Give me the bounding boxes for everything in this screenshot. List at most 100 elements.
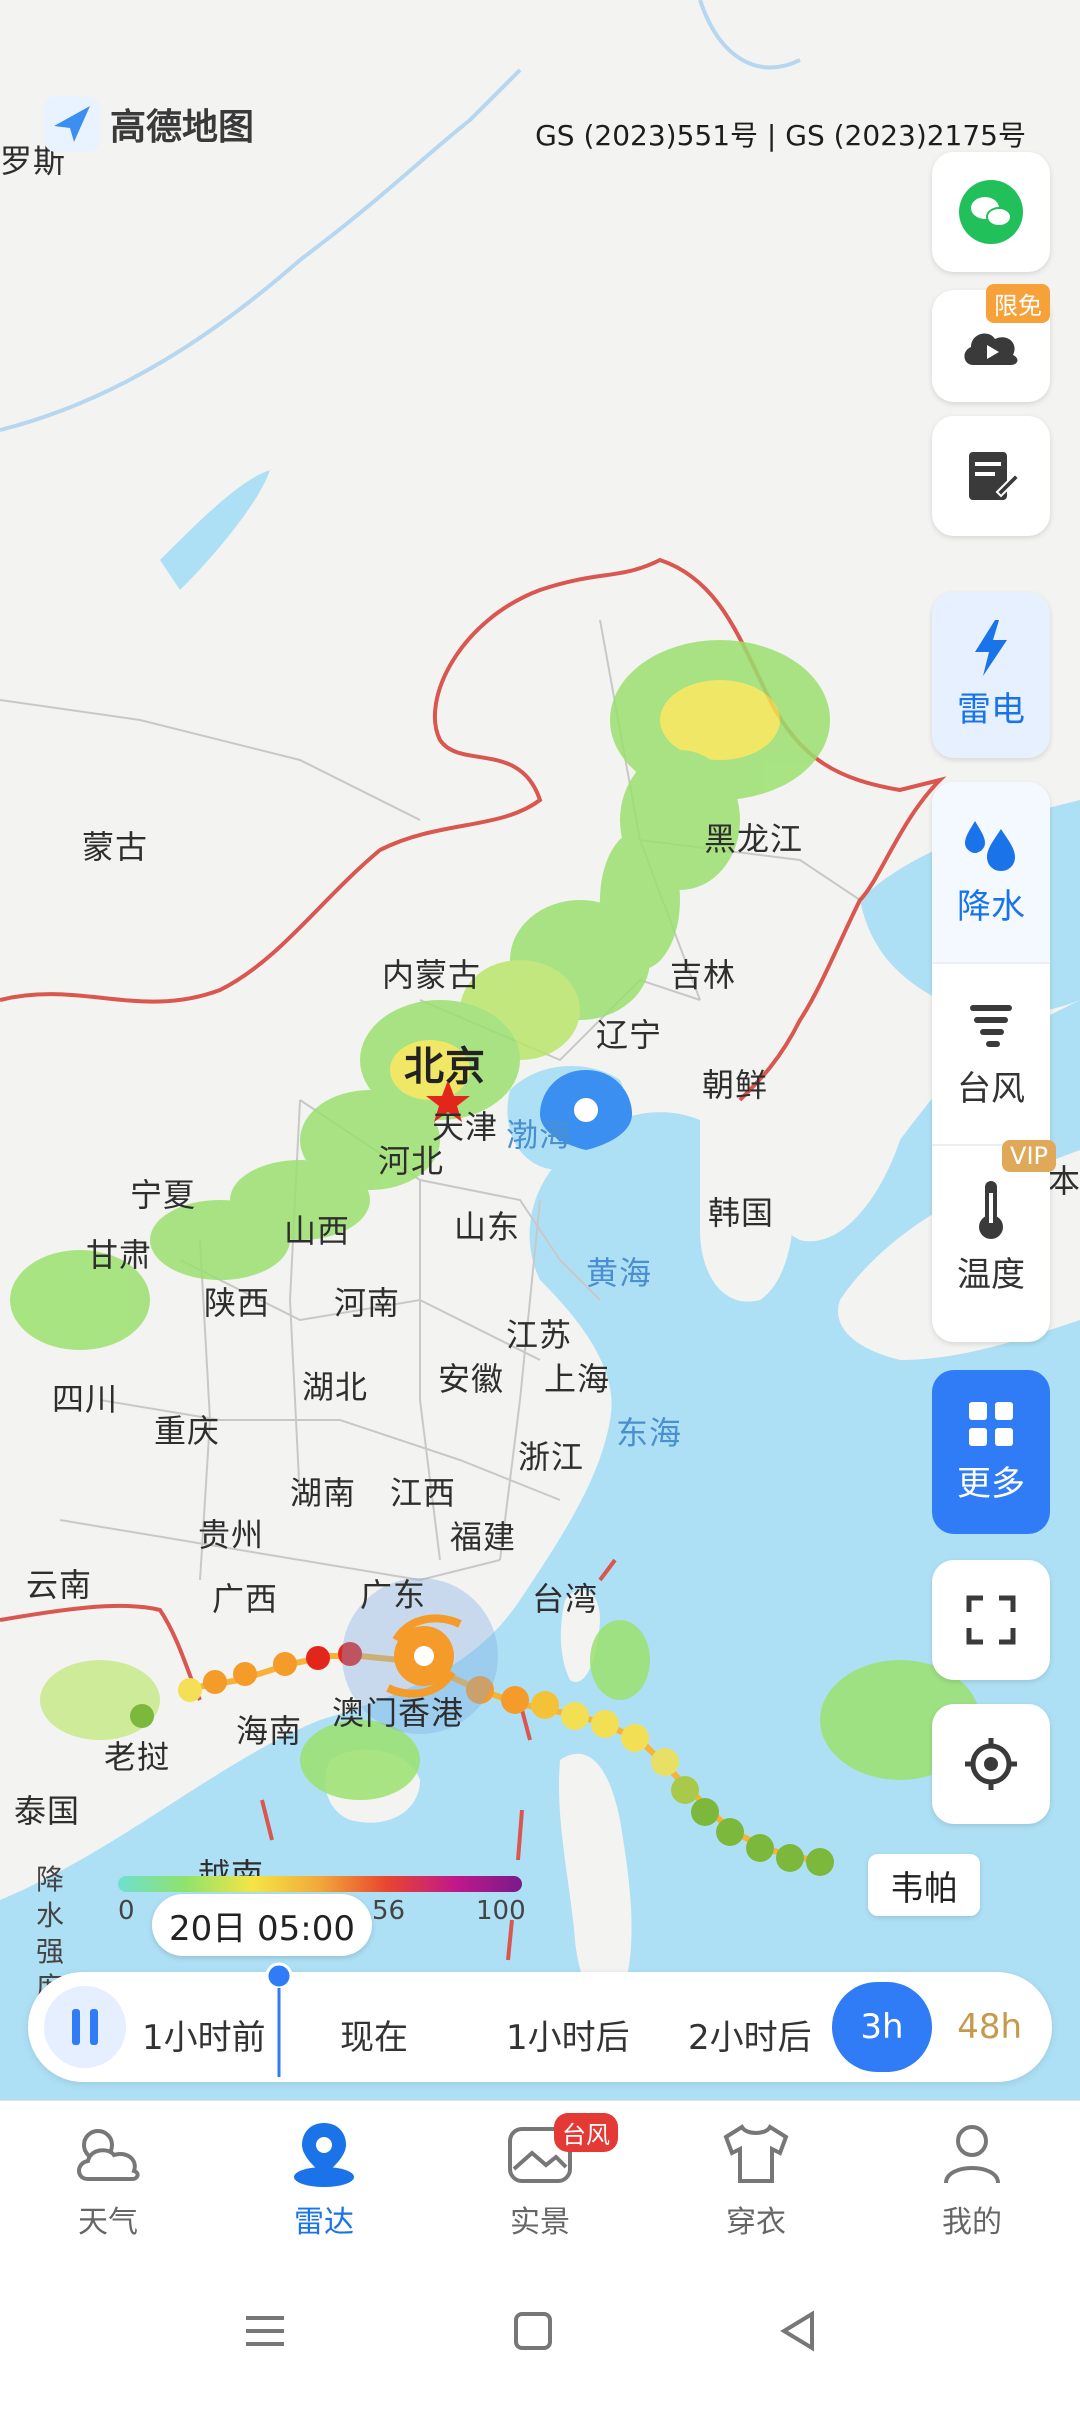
temperature-label: 温度 [957,1254,1025,1295]
nav-radar[interactable]: 雷达 [244,2119,404,2241]
track-point [178,1678,202,1702]
map-label-shandong: 山东 [454,1208,521,1246]
radar-pin-icon [294,2123,354,2187]
crosshair-icon [965,1738,1017,1790]
nav-profile-label: 我的 [942,2205,1002,2240]
track-point [501,1686,529,1714]
map-approval-number: GS (2023)551号 | GS (2023)2175号 [535,119,1026,152]
edit-report-button[interactable] [932,416,1050,536]
precip-layer-button[interactable]: 降水 [932,782,1050,964]
map-label-taiwan: 台湾 [532,1580,599,1618]
nav-dress-label: 穿衣 [726,2205,786,2240]
map-label-bohai: 渤海 [506,1116,573,1154]
range-toggle[interactable]: 3h 48h [832,1982,1042,2072]
wechat-icon [959,180,1023,244]
system-nav-bar [0,2270,1080,2412]
back-icon[interactable] [774,2306,824,2356]
pause-button[interactable] [44,1986,126,2068]
scrubber-pin-icon [265,1962,293,2077]
map-label-beijing: 北京 [404,1044,486,1090]
track-point [233,1662,257,1686]
map-label-shanghai: 上海 [544,1360,611,1398]
timeline-scrubber[interactable] [264,1962,294,2096]
track-point [671,1776,699,1804]
map-label-heilongjiang: 黑龙江 [704,820,804,858]
map-label-shanxi: 山西 [284,1212,351,1250]
user-icon [944,2125,1000,2184]
map-label-north-korea: 朝鲜 [702,1066,769,1104]
expand-icon [966,1595,1016,1645]
map-label-jiangsu: 江苏 [506,1316,573,1354]
radar-map[interactable] [0,0,1080,2100]
legend-tick-min: 0 [118,1896,135,1926]
map-label-mongolia: 蒙古 [82,828,149,866]
timeline-label[interactable]: 1小时前 [142,2010,266,2059]
map-label-liaoning: 辽宁 [596,1016,663,1054]
map-label-thailand: 泰国 [14,1792,81,1830]
typhoon-name-tag[interactable]: 韦帕 [868,1854,980,1916]
nav-radar-label: 雷达 [294,2205,354,2240]
track-point [651,1748,679,1776]
cloud-free-badge: 限免 [986,284,1050,323]
typhoon-label: 台风 [957,1068,1025,1109]
legend-tick-mid: 56 [372,1896,406,1926]
map-label-henan: 河南 [334,1284,401,1322]
track-point [561,1702,589,1730]
typhoon-badge: 台风 [554,2113,618,2152]
range-3h-button[interactable]: 3h [832,1982,932,2072]
track-point [691,1798,719,1826]
track-point [203,1670,227,1694]
map-label-hainan: 海南 [236,1712,303,1750]
nav-scene-label: 实景 [510,2205,570,2240]
more-label: 更多 [957,1463,1025,1504]
map-label-laos: 老挝 [104,1738,171,1776]
map-label-gansu: 甘肃 [86,1236,153,1274]
precip-label: 降水 [957,886,1025,927]
typhoon-layer-button[interactable]: 台风 [932,964,1050,1146]
thunder-layer-button[interactable]: 雷电 [932,592,1050,758]
map-label-hubei: 湖北 [302,1368,369,1406]
nav-profile[interactable]: 我的 [892,2119,1052,2241]
timeline-label[interactable]: 2小时后 [688,2010,812,2059]
bottom-nav: 天气 雷达 台风 实景 穿衣 我的 [0,2100,1080,2271]
home-icon[interactable] [508,2306,558,2356]
nav-scene[interactable]: 台风 实景 [460,2113,620,2241]
map-label-east-sea: 东海 [616,1414,683,1452]
grid-icon [969,1401,1013,1446]
track-point [776,1844,804,1872]
map-label-sichuan: 四川 [52,1380,119,1418]
timeline-label[interactable]: 现在 [340,2010,408,2059]
timeline-label[interactable]: 1小时后 [506,2010,630,2059]
nav-dress[interactable]: 穿衣 [676,2119,836,2241]
map-label-zhejiang: 浙江 [518,1438,585,1476]
map-label-inner-mongolia: 内蒙古 [382,956,482,994]
locate-me-button[interactable] [932,1704,1050,1824]
cloud-play-icon [964,333,1018,365]
map-label-yunnan: 云南 [26,1566,93,1604]
tornado-icon [970,1004,1012,1047]
map-label-macau-hongkong: 澳门香港 [332,1694,465,1732]
map-label-jilin: 吉林 [670,956,737,994]
raindrops-icon [965,820,1015,871]
track-point [273,1652,297,1676]
gaode-logo-icon [44,96,100,152]
menu-icon[interactable] [240,2306,290,2356]
nav-weather-label: 天气 [78,2205,138,2240]
fullscreen-button[interactable] [932,1560,1050,1680]
nav-weather[interactable]: 天气 [28,2119,188,2241]
map-label-guangdong: 广东 [360,1576,427,1614]
more-layers-button[interactable]: 更多 [932,1370,1050,1534]
pause-icon [72,2009,98,2045]
track-point [591,1710,619,1738]
radar-timeline[interactable]: 1小时前 现在 1小时后 2小时后 3h 48h [28,1962,1052,2082]
map-label-chongqing: 重庆 [154,1412,221,1450]
track-point [306,1646,330,1670]
temperature-layer-button[interactable]: 温度 VIP [932,1140,1056,1326]
thermometer-icon [979,1180,1003,1239]
map-label-jiangxi: 江西 [390,1474,457,1512]
cloud-video-button[interactable]: 限免 [932,284,1050,402]
range-48h-button[interactable]: 48h [957,1982,1022,2072]
legend-tick-max: 100 [476,1896,526,1926]
track-point [621,1724,649,1752]
wechat-share-button[interactable] [932,152,1050,272]
